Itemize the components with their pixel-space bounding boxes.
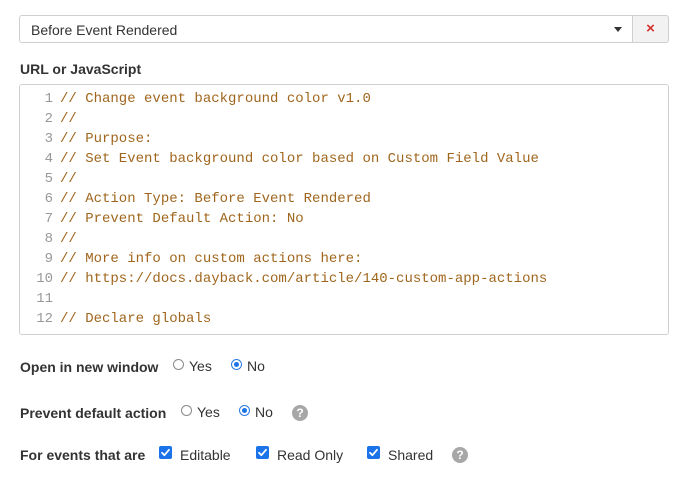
checkmark-icon — [258, 448, 267, 457]
code-line: 12 // Declare globals — [20, 309, 668, 329]
editable-checkbox[interactable] — [159, 446, 172, 459]
prevent-default-no-radio[interactable] — [239, 405, 250, 416]
code-line: 2 // — [20, 109, 668, 129]
line-number: 4 — [44, 151, 53, 167]
chevron-down-icon[interactable] — [614, 27, 622, 32]
prevent-default-no-label[interactable]: No — [255, 404, 273, 420]
checkmark-icon — [161, 448, 170, 457]
clear-selection-button[interactable]: × — [632, 15, 669, 43]
code-text: // Change event background color v1.0 — [60, 91, 371, 107]
checkmark-icon — [369, 448, 378, 457]
code-text: // — [60, 171, 77, 187]
help-icon[interactable]: ? — [292, 405, 308, 421]
code-text: // Prevent Default Action: No — [60, 211, 304, 227]
code-line: 10 // https://docs.dayback.com/article/1… — [20, 269, 668, 289]
shared-checkbox[interactable] — [367, 446, 380, 459]
code-line: 6 // Action Type: Before Event Rendered — [20, 189, 668, 209]
help-icon[interactable]: ? — [452, 447, 468, 463]
action-type-select-value: Before Event Rendered — [31, 22, 178, 38]
line-number: 11 — [36, 291, 53, 307]
code-editor[interactable]: 1 // Change event background color v1.0 … — [19, 84, 669, 335]
open-in-new-window-label: Open in new window — [20, 359, 159, 375]
code-text: // More info on custom actions here: — [60, 251, 363, 267]
line-number: 3 — [44, 131, 53, 147]
line-number: 7 — [44, 211, 53, 227]
code-text: // Action Type: Before Event Rendered — [60, 191, 371, 207]
editable-label[interactable]: Editable — [180, 447, 231, 463]
code-line: 8 // — [20, 229, 668, 249]
code-line: 9 // More info on custom actions here: — [20, 249, 668, 269]
code-text: // Purpose: — [60, 131, 153, 147]
code-line: 7 // Prevent Default Action: No — [20, 209, 668, 229]
code-line: 3 // Purpose: — [20, 129, 668, 149]
line-number: 6 — [44, 191, 53, 207]
code-text: // — [60, 111, 77, 127]
shared-label[interactable]: Shared — [388, 447, 433, 463]
code-text: // https://docs.dayback.com/article/140-… — [60, 271, 548, 287]
line-number: 2 — [44, 111, 53, 127]
close-icon: × — [646, 20, 655, 37]
code-line: 1 // Change event background color v1.0 — [20, 89, 668, 109]
open-new-window-yes-label[interactable]: Yes — [189, 358, 212, 374]
code-text: // Declare globals — [60, 311, 212, 327]
line-number: 8 — [44, 231, 53, 247]
line-number: 12 — [36, 311, 53, 327]
prevent-default-yes-radio[interactable] — [181, 405, 192, 416]
open-new-window-no-label[interactable]: No — [247, 358, 265, 374]
open-new-window-no-radio[interactable] — [231, 359, 242, 370]
open-new-window-yes-radio[interactable] — [173, 359, 184, 370]
code-text: // Set Event background color based on C… — [60, 151, 539, 167]
line-number: 9 — [44, 251, 53, 267]
code-text: // — [60, 231, 77, 247]
read-only-checkbox[interactable] — [256, 446, 269, 459]
line-number: 5 — [44, 171, 53, 187]
code-line: 11 — [20, 289, 668, 309]
code-line: 5 // — [20, 169, 668, 189]
prevent-default-yes-label[interactable]: Yes — [197, 404, 220, 420]
url-or-javascript-label: URL or JavaScript — [20, 61, 142, 77]
for-events-that-are-label: For events that are — [20, 447, 146, 463]
read-only-label[interactable]: Read Only — [277, 447, 343, 463]
line-number: 1 — [44, 91, 53, 107]
prevent-default-action-label: Prevent default action — [20, 405, 167, 421]
code-line: 4 // Set Event background color based on… — [20, 149, 668, 169]
action-type-select[interactable]: Before Event Rendered — [19, 15, 633, 43]
action-type-select-row: Before Event Rendered × — [19, 15, 669, 43]
line-number: 10 — [36, 271, 53, 287]
